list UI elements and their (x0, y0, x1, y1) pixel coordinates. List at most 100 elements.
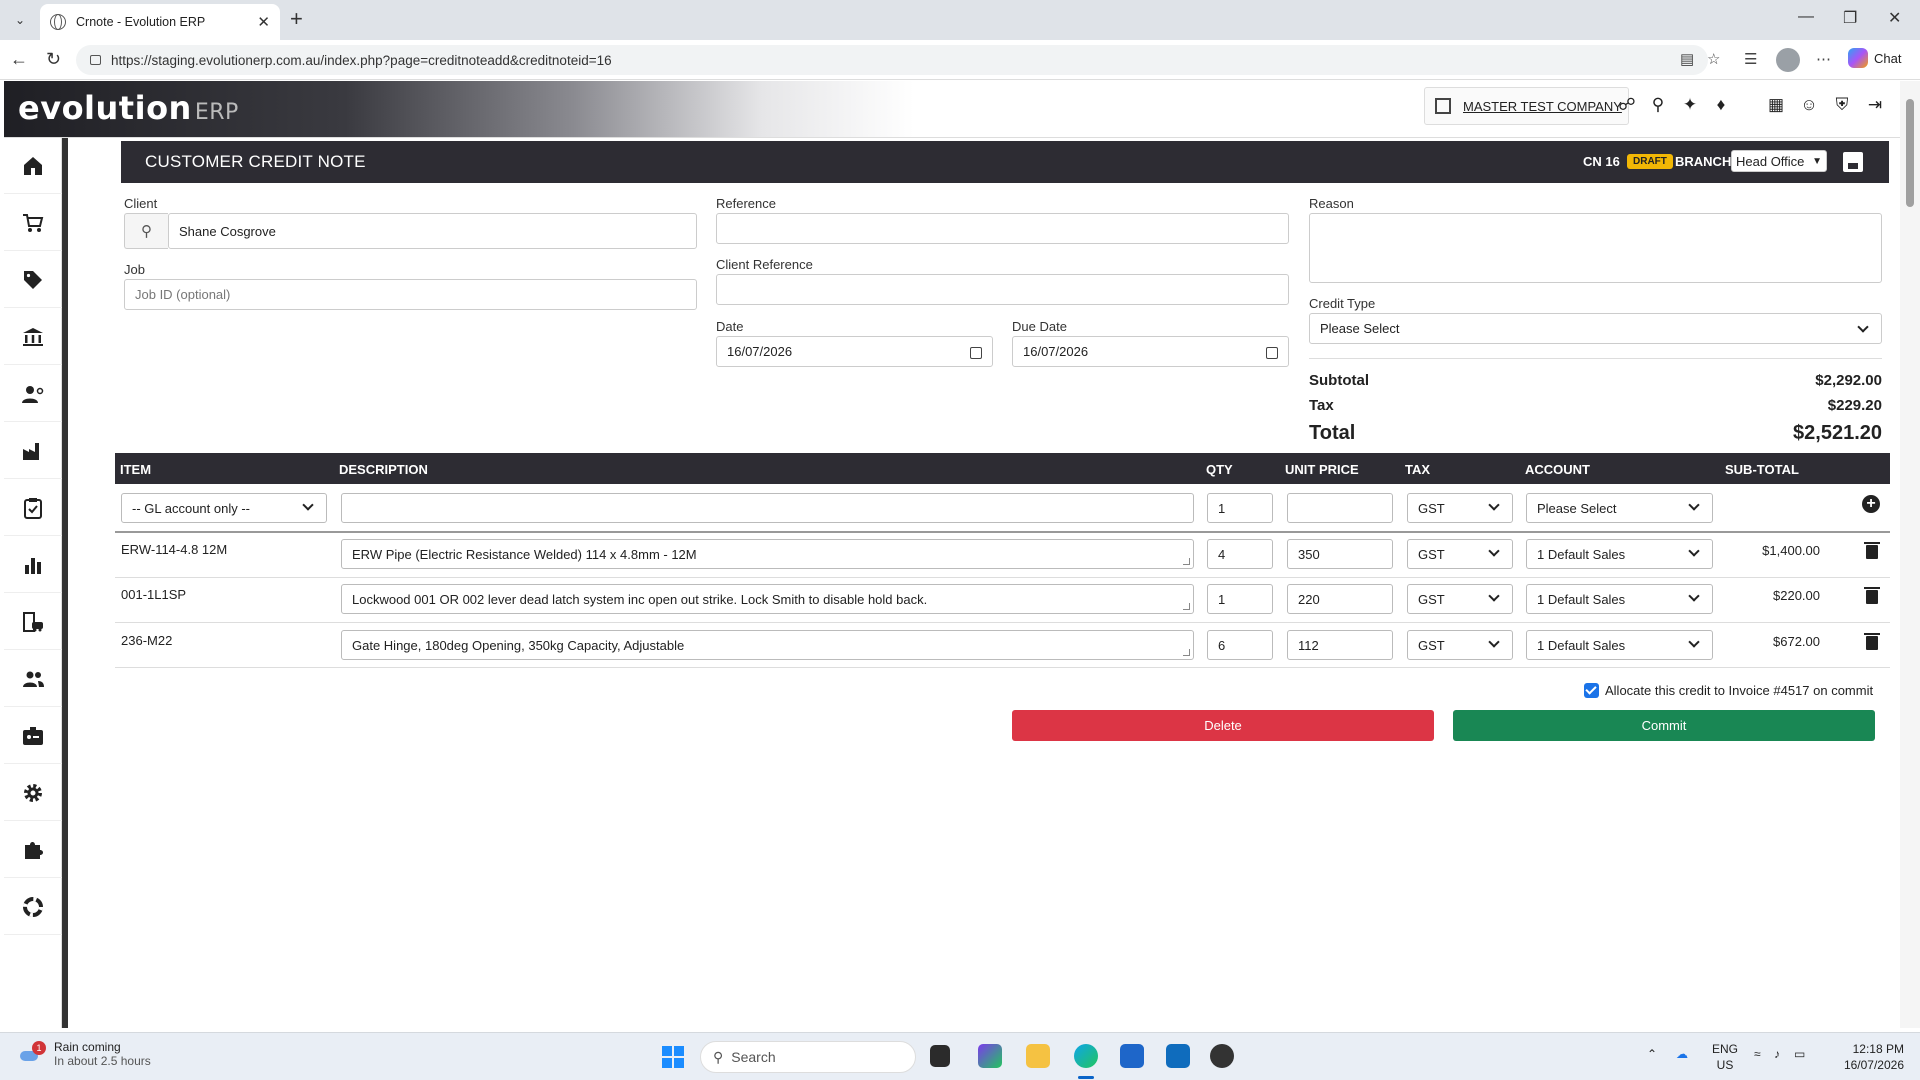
store-app-icon[interactable] (1120, 1044, 1144, 1068)
site-info-icon[interactable] (90, 55, 101, 65)
reason-textarea[interactable] (1309, 213, 1882, 283)
calendar-icon[interactable] (1266, 347, 1278, 359)
wifi-icon[interactable]: ≈ (1754, 1047, 1761, 1061)
job-field[interactable]: Job ID (optional) (124, 279, 697, 310)
sidebar-item-staff-settings[interactable] (4, 366, 62, 422)
windows-start-icon[interactable] (662, 1046, 684, 1068)
user-account-icon[interactable]: ☺ (1798, 94, 1820, 116)
sidebar-item-manufacturing[interactable] (4, 423, 62, 479)
evolution-erp-logo[interactable]: evolution ERP (18, 89, 239, 127)
date-field[interactable]: 16/07/2026 (716, 336, 993, 367)
favorites-list-icon[interactable]: ☰ (1744, 50, 1757, 68)
sidebar-item-support[interactable] (4, 879, 62, 935)
security-shield-icon[interactable]: ⛨ (1831, 94, 1853, 116)
line-qty-field[interactable]: 6 (1207, 630, 1273, 660)
company-switcher-button[interactable]: MASTER TEST COMPANY (1424, 87, 1629, 125)
minimize-window-button[interactable]: — (1798, 8, 1814, 26)
obs-app-icon[interactable] (1210, 1044, 1234, 1068)
task-view-icon[interactable] (930, 1045, 950, 1067)
reading-view-icon[interactable]: ▤ (1680, 50, 1694, 68)
logout-icon[interactable]: ⇥ (1864, 94, 1886, 116)
trash-icon[interactable] (1864, 633, 1880, 650)
sidebar-item-banking[interactable] (4, 309, 62, 365)
new-tab-button[interactable]: + (290, 8, 303, 30)
close-tab-icon[interactable]: ✕ (257, 13, 270, 31)
sidebar-item-sales[interactable] (4, 195, 62, 251)
line-account-select[interactable]: 1 Default Sales (1526, 630, 1713, 660)
calendar-icon[interactable] (970, 347, 982, 359)
new-line-account-select[interactable]: Please Select (1526, 493, 1713, 523)
sidebar-item-fleet[interactable] (4, 594, 62, 650)
search-icon[interactable]: ⚲ (1647, 94, 1669, 116)
tab-actions-chevron-icon[interactable]: ⌄ (8, 8, 32, 32)
language-indicator[interactable]: ENG US (1712, 1041, 1738, 1073)
sidebar-item-settings[interactable] (4, 765, 62, 821)
client-search-icon[interactable]: ⚲ (124, 213, 168, 249)
add-line-plus-icon[interactable]: + (1862, 495, 1880, 513)
line-qty-field[interactable]: 1 (1207, 584, 1273, 614)
line-account-select[interactable]: 1 Default Sales (1526, 584, 1713, 614)
credit-type-select[interactable]: Please Select (1309, 313, 1882, 344)
favorite-star-icon[interactable]: ☆ (1707, 50, 1720, 68)
show-hidden-icons-chevron-icon[interactable]: ⌃ (1647, 1047, 1657, 1061)
sidebar-item-products[interactable] (4, 252, 62, 308)
line-unit-price-field[interactable]: 220 (1287, 584, 1393, 614)
copilot-chat-button[interactable]: Chat (1848, 48, 1901, 68)
checkbox-checked-icon[interactable] (1584, 683, 1599, 698)
sidebar-item-tasks[interactable] (4, 480, 62, 536)
reload-icon[interactable]: ↻ (46, 49, 61, 70)
weather-widget[interactable]: 1 Rain coming In about 2.5 hours (18, 1040, 151, 1068)
page-scrollbar[interactable] (1900, 81, 1920, 1028)
line-unit-price-field[interactable]: 112 (1287, 630, 1393, 660)
new-line-tax-select[interactable]: GST (1407, 493, 1513, 523)
trash-icon[interactable] (1864, 587, 1880, 604)
sidebar-item-hr[interactable] (4, 708, 62, 764)
outlook-app-icon[interactable] (1166, 1044, 1190, 1068)
line-unit-price-field[interactable]: 350 (1287, 539, 1393, 569)
trash-icon[interactable] (1864, 542, 1880, 559)
scrollbar-thumb[interactable] (1906, 99, 1914, 207)
system-clock[interactable]: 12:18 PM 16/07/2026 (1830, 1041, 1904, 1073)
new-line-qty-field[interactable]: 1 (1207, 493, 1273, 523)
line-account-select[interactable]: 1 Default Sales (1526, 539, 1713, 569)
sidebar-item-home[interactable] (4, 138, 62, 194)
line-qty-field[interactable]: 4 (1207, 539, 1273, 569)
resize-handle-icon[interactable] (1183, 603, 1190, 610)
close-window-button[interactable]: ✕ (1888, 8, 1901, 28)
battery-icon[interactable]: ▭ (1794, 1047, 1805, 1061)
teams-app-icon[interactable] (978, 1044, 1002, 1068)
new-line-unit-price-field[interactable] (1287, 493, 1393, 523)
sidebar-item-reports[interactable] (4, 537, 62, 593)
calendar-icon[interactable]: ▦ (1765, 94, 1787, 116)
client-field[interactable]: Shane Cosgrove (168, 213, 697, 249)
line-description-field[interactable]: Gate Hinge, 180deg Opening, 350kg Capaci… (341, 630, 1194, 660)
new-line-description-field[interactable] (341, 493, 1194, 523)
address-bar[interactable]: https://staging.evolutionerp.com.au/inde… (76, 45, 1708, 75)
line-tax-select[interactable]: GST (1407, 630, 1513, 660)
line-description-field[interactable]: Lockwood 001 OR 002 lever dead latch sys… (341, 584, 1194, 614)
support-lifebuoy-icon[interactable]: ☍ (1616, 94, 1638, 116)
due-date-field[interactable]: 16/07/2026 (1012, 336, 1289, 367)
line-tax-select[interactable]: GST (1407, 539, 1513, 569)
resize-handle-icon[interactable] (1183, 649, 1190, 656)
allocate-credit-checkbox[interactable]: Allocate this credit to Invoice #4517 on… (1584, 683, 1873, 698)
volume-icon[interactable]: ♪ (1774, 1047, 1780, 1061)
client-reference-field[interactable] (716, 274, 1289, 305)
sidebar-item-addons[interactable] (4, 822, 62, 878)
reference-field[interactable] (716, 213, 1289, 244)
profile-avatar[interactable] (1776, 48, 1800, 72)
line-description-field[interactable]: ERW Pipe (Electric Resistance Welded) 11… (341, 539, 1194, 569)
taskbar-search[interactable]: ⚲ Search (700, 1041, 916, 1073)
onedrive-cloud-icon[interactable]: ☁ (1676, 1047, 1688, 1061)
edge-browser-icon[interactable] (1074, 1044, 1098, 1068)
puzzle-icon[interactable]: ✦ (1679, 94, 1701, 116)
save-icon[interactable] (1843, 152, 1863, 172)
new-line-item-select[interactable]: -- GL account only -- (121, 493, 327, 523)
file-explorer-icon[interactable] (1026, 1044, 1050, 1068)
sidebar-item-contacts[interactable] (4, 651, 62, 707)
browser-tab[interactable]: Crnote - Evolution ERP ✕ (40, 4, 280, 40)
more-options-icon[interactable]: ⋯ (1816, 50, 1831, 68)
back-arrow-icon[interactable]: ← (10, 49, 28, 70)
restore-window-button[interactable]: ❐ (1843, 8, 1857, 28)
resize-handle-icon[interactable] (1183, 558, 1190, 565)
